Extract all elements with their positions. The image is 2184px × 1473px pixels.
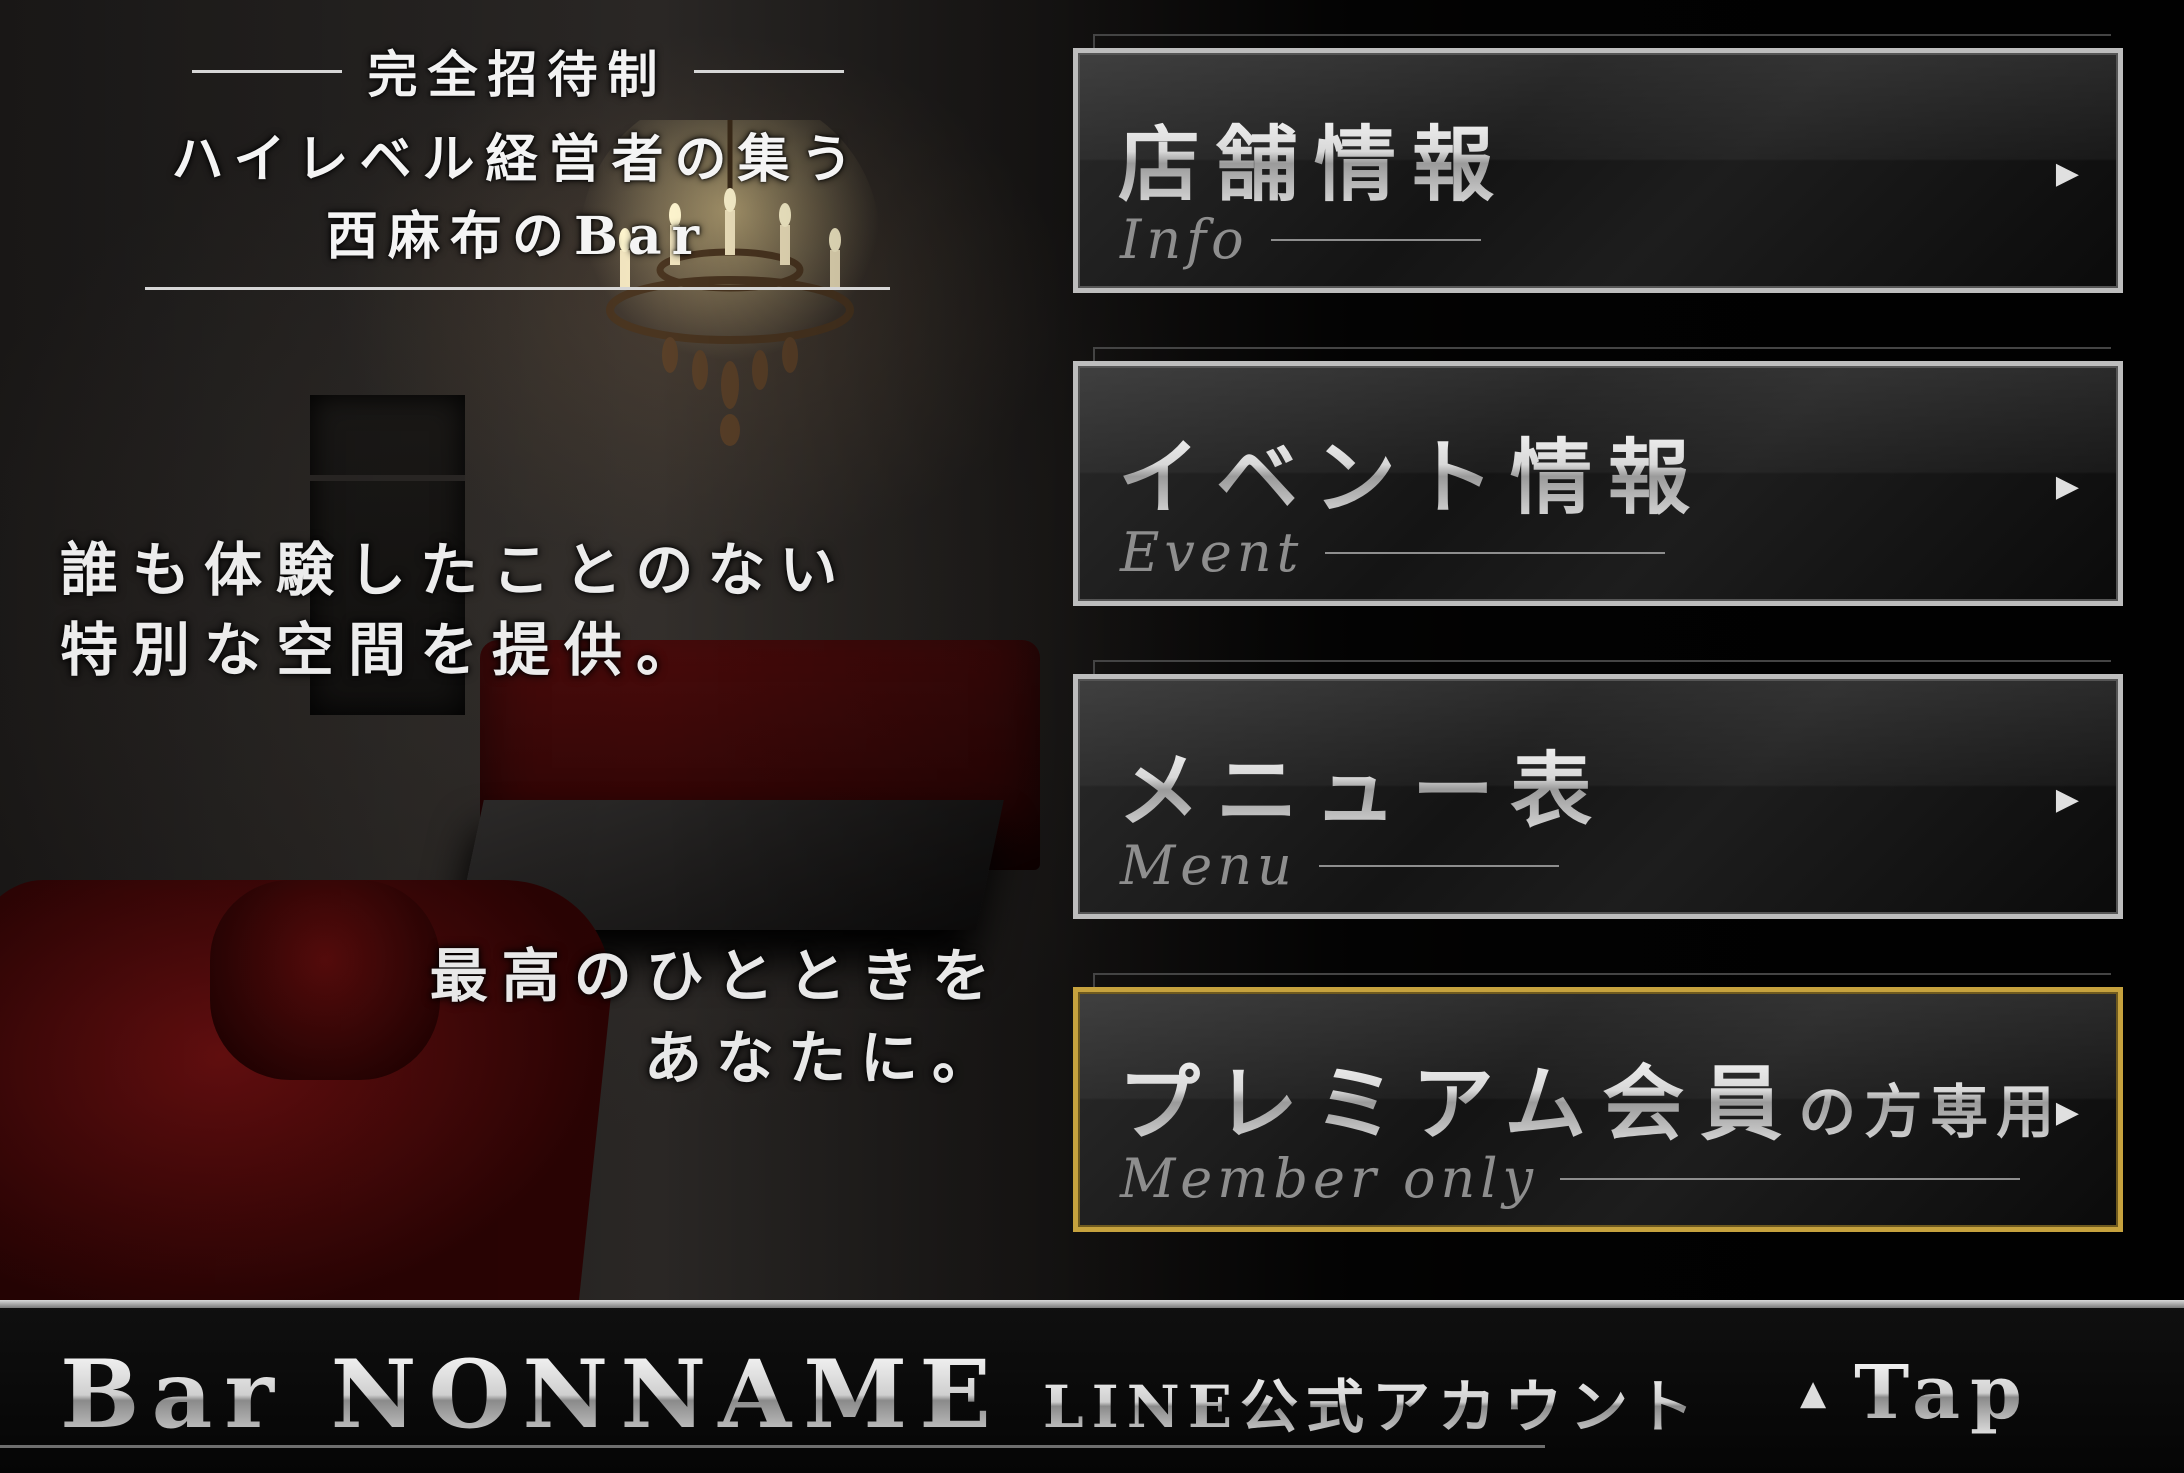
member-only-label-main: プレミアム会員	[1118, 1056, 1799, 1152]
member-only-button[interactable]: プレミアム会員の方専用 Member only ▶	[1073, 973, 2123, 1232]
member-only-label-suffix: の方専用	[1798, 1078, 2063, 1146]
catchcopy-2-line1: 最高のひとときを	[429, 942, 1004, 1010]
footer-brand: Bar NONNAME LINE公式アカウント	[60, 1340, 1702, 1450]
catchcopy-1-line2: 特別な空間を提供。	[60, 616, 709, 684]
arrow-right-icon: ▶	[2055, 469, 2079, 504]
headline-rule-bottom	[145, 287, 890, 290]
brand-name: Bar NONNAME	[60, 1340, 1003, 1450]
headline-line3: 西麻布のBar	[325, 206, 710, 267]
brand-subtitle: LINE公式アカウント	[1043, 1360, 1702, 1444]
info-button-en: Info	[1120, 208, 1249, 271]
info-button[interactable]: 店舗情報 Info ▶	[1073, 34, 2123, 293]
divider-line	[1325, 551, 1666, 554]
headline-rule-left	[191, 69, 342, 73]
tap-toggle-button[interactable]: ▲ Tap	[1800, 1350, 2032, 1436]
headline-line2: ハイレベル経営者の集う	[171, 129, 864, 190]
triangle-up-icon: ▲	[1800, 1373, 1827, 1413]
info-button-sub: Info	[1120, 208, 1481, 271]
catchcopy-1-line1: 誰も体験したことのない	[60, 536, 852, 604]
arrow-right-icon: ▶	[2055, 782, 2079, 817]
rich-menu: 店舗情報 Info ▶ イベント情報 Event ▶ メニュー表 Menu ▶ …	[1073, 34, 2129, 1300]
event-button[interactable]: イベント情報 Event ▶	[1073, 347, 2123, 606]
event-button-sub: Event	[1120, 521, 1666, 584]
tap-label: Tap	[1854, 1350, 2032, 1436]
menu-list-button-sub: Menu	[1120, 834, 1559, 897]
info-button-label: 店舗情報	[1118, 98, 1510, 217]
headline-block: 完全招待制 ハイレベル経営者の集う 西麻布のBar	[145, 35, 890, 290]
divider-line	[1270, 238, 1481, 241]
arrow-right-icon: ▶	[2055, 156, 2079, 191]
member-only-button-en: Member only	[1120, 1147, 1539, 1210]
divider-line	[1318, 864, 1559, 867]
arrow-right-icon: ▶	[2055, 1095, 2079, 1130]
divider-line	[1560, 1177, 2021, 1180]
catchcopy-2-line2: あなたに。	[643, 1024, 1004, 1092]
menu-list-button[interactable]: メニュー表 Menu ▶	[1073, 660, 2123, 919]
catchcopy-2: 最高のひとときを あなたに。	[430, 935, 1004, 1099]
menu-list-button-label: メニュー表	[1118, 724, 1608, 843]
footer-bar: Bar NONNAME LINE公式アカウント ▲ Tap	[0, 1300, 2184, 1473]
footer-top-line	[0, 1300, 2184, 1308]
event-button-label: イベント情報	[1118, 411, 1706, 530]
headline-rule-right	[693, 69, 844, 73]
event-button-en: Event	[1120, 521, 1304, 584]
headline-line1: 完全招待制	[367, 45, 668, 104]
member-only-button-label: プレミアム会員の方専用	[1118, 1037, 2062, 1156]
headline-top: 完全招待制	[145, 35, 890, 107]
catchcopy-1: 誰も体験したことのない 特別な空間を提供。	[60, 530, 851, 690]
menu-list-button-en: Menu	[1120, 834, 1297, 897]
member-only-button-sub: Member only	[1120, 1147, 2021, 1210]
brand-underline	[0, 1445, 1545, 1448]
